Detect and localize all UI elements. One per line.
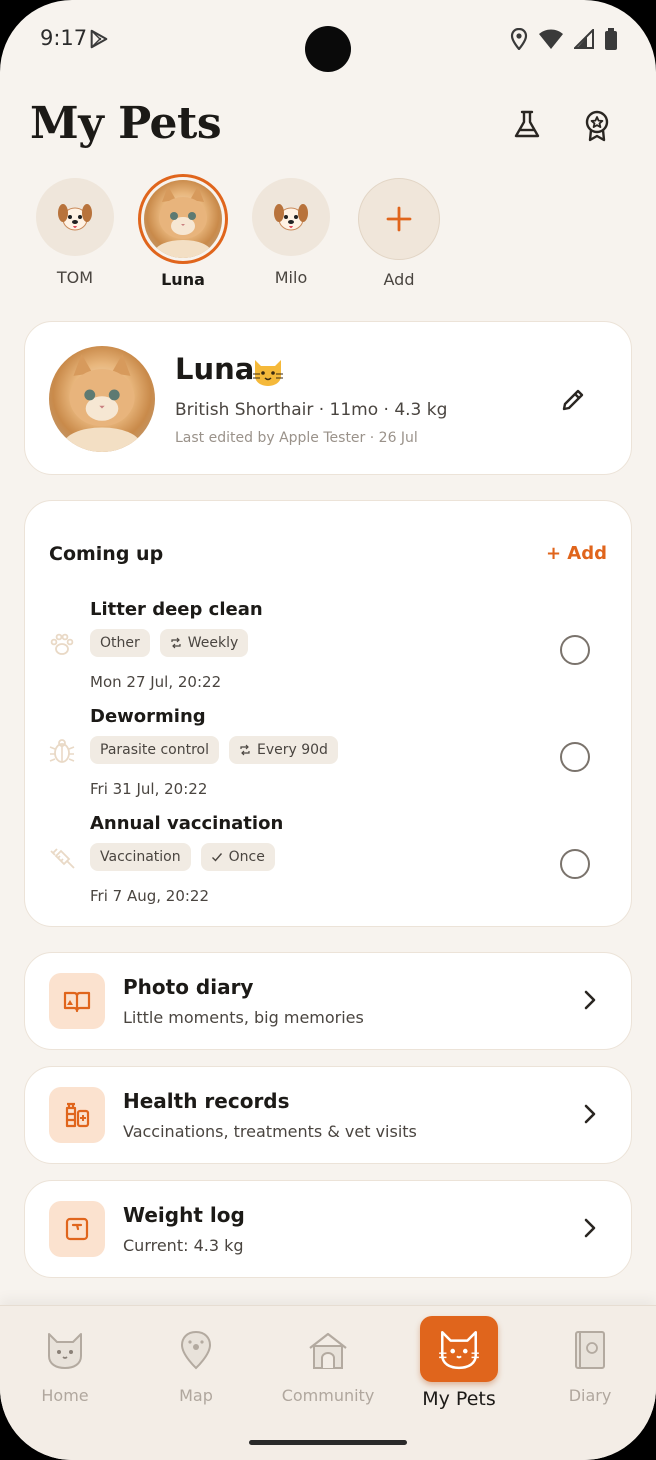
location-icon <box>510 28 528 50</box>
last-edited: Last edited by Apple Tester · 26 Jul <box>175 430 418 446</box>
task-name: Deworming <box>90 706 206 727</box>
coming-up-title: Coming up <box>49 543 164 565</box>
category-chip: Vaccination <box>90 843 191 871</box>
diary-icon <box>575 1331 605 1369</box>
medicine-icon <box>65 1102 90 1128</box>
signal-icon <box>574 29 594 49</box>
category-chip: Other <box>90 629 150 657</box>
bug-icon <box>49 739 75 763</box>
chevron-right-icon <box>584 1104 596 1124</box>
nav-active-box <box>420 1316 498 1382</box>
map-pin-icon <box>180 1330 212 1370</box>
repeat-icon <box>240 744 250 756</box>
task-name: Litter deep clean <box>90 599 263 620</box>
dog-avatar <box>36 178 114 256</box>
nav-label: Map <box>179 1386 213 1405</box>
link-subtitle: Current: 4.3 kg <box>123 1236 244 1255</box>
category-chip: Parasite control <box>90 736 219 764</box>
pet-tom[interactable]: TOM <box>27 178 123 287</box>
book-icon-box <box>49 973 105 1029</box>
nav-label: Diary <box>568 1386 612 1405</box>
photo-diary-card[interactable]: Photo diary Little moments, big memories <box>24 952 632 1050</box>
plus-icon <box>386 206 412 232</box>
add-pet-label: Add <box>383 270 415 289</box>
repeat-label: Every 90d <box>257 742 328 758</box>
nav-home[interactable]: Home <box>10 1328 120 1405</box>
award-icon[interactable] <box>580 108 614 142</box>
coming-up-card: Coming up + Add Litter deep clean Other … <box>24 500 632 927</box>
paw-icon <box>50 633 74 655</box>
pet-profile-card[interactable]: Luna British Shorthair · 11mo · 4.3 kg L… <box>24 321 632 475</box>
scale-icon <box>65 1217 89 1241</box>
link-title: Health records <box>123 1089 290 1113</box>
flask-icon[interactable] <box>510 108 544 142</box>
task-item[interactable]: Deworming Parasite control Every 90d Fri… <box>25 706 631 806</box>
add-pet-circle[interactable] <box>358 178 440 260</box>
cat-face-icon <box>439 1331 479 1370</box>
nav-my-pets[interactable]: My Pets <box>404 1316 514 1410</box>
pet-photo <box>49 346 155 452</box>
camera-cutout <box>305 26 351 72</box>
cat-emoji-icon <box>253 360 283 386</box>
pet-name: Milo <box>274 268 308 287</box>
nav-label: My Pets <box>422 1388 496 1410</box>
medicine-icon-box <box>49 1087 105 1143</box>
nav-label: Home <box>41 1386 89 1405</box>
task-date: Fri 7 Aug, 20:22 <box>90 887 210 905</box>
pet-luna[interactable]: Luna <box>135 174 231 289</box>
chevron-right-icon <box>584 990 596 1010</box>
link-subtitle: Vaccinations, treatments & vet visits <box>123 1122 417 1141</box>
chevron-right-icon <box>584 1218 596 1238</box>
repeat-chip: Once <box>200 843 275 871</box>
link-title: Photo diary <box>123 975 254 999</box>
scale-icon-box <box>49 1201 105 1257</box>
cat-photo <box>144 180 222 258</box>
task-checkbox[interactable] <box>560 742 590 772</box>
repeat-label: Once <box>228 849 265 865</box>
pet-profile-name: Luna <box>175 352 255 386</box>
weight-log-card[interactable]: Weight log Current: 4.3 kg <box>24 1180 632 1278</box>
task-item[interactable]: Litter deep clean Other Weekly Mon 27 Ju… <box>25 599 631 699</box>
task-checkbox[interactable] <box>560 635 590 665</box>
play-store-icon <box>90 29 108 49</box>
health-records-card[interactable]: Health records Vaccinations, treatments … <box>24 1066 632 1164</box>
syringe-icon <box>50 848 75 869</box>
dog-avatar <box>252 178 330 256</box>
page-title: My Pets <box>30 98 222 149</box>
nav-diary[interactable]: Diary <box>535 1328 645 1405</box>
task-date: Fri 31 Jul, 20:22 <box>90 780 208 798</box>
battery-icon <box>605 28 617 50</box>
repeat-chip: Weekly <box>159 629 249 657</box>
book-icon <box>63 991 91 1013</box>
pet-details: British Shorthair · 11mo · 4.3 kg <box>175 400 448 420</box>
house-icon <box>309 1332 347 1369</box>
selected-ring <box>138 174 228 264</box>
task-checkbox[interactable] <box>560 849 590 879</box>
nav-community[interactable]: Community <box>273 1328 383 1405</box>
task-date: Mon 27 Jul, 20:22 <box>90 673 222 691</box>
add-task-button[interactable]: + Add <box>546 543 607 564</box>
link-title: Weight log <box>123 1203 245 1227</box>
dog-icon <box>274 204 308 231</box>
pet-milo[interactable]: Milo <box>243 178 339 287</box>
task-name: Annual vaccination <box>90 813 284 834</box>
repeat-label: Weekly <box>187 635 239 651</box>
pet-name: TOM <box>56 268 94 287</box>
link-subtitle: Little moments, big memories <box>123 1008 364 1027</box>
gesture-bar[interactable] <box>249 1440 407 1445</box>
nav-label: Community <box>281 1386 375 1405</box>
cat-face-icon <box>48 1333 82 1369</box>
task-item[interactable]: Annual vaccination Vaccination Once Fri … <box>25 813 631 913</box>
pet-name: Luna <box>161 270 205 289</box>
wifi-icon <box>539 29 563 49</box>
phone-screen: 9:17 My Pets TOM Luna Milo Add Luna Brit… <box>0 0 656 1460</box>
dog-icon <box>58 204 92 231</box>
repeat-icon <box>171 637 181 649</box>
check-icon <box>211 853 222 862</box>
add-pet-button[interactable]: Add <box>351 178 447 289</box>
pencil-icon[interactable] <box>559 386 587 414</box>
nav-map[interactable]: Map <box>141 1328 251 1405</box>
status-time: 9:17 <box>40 26 88 50</box>
repeat-chip: Every 90d <box>229 736 338 764</box>
